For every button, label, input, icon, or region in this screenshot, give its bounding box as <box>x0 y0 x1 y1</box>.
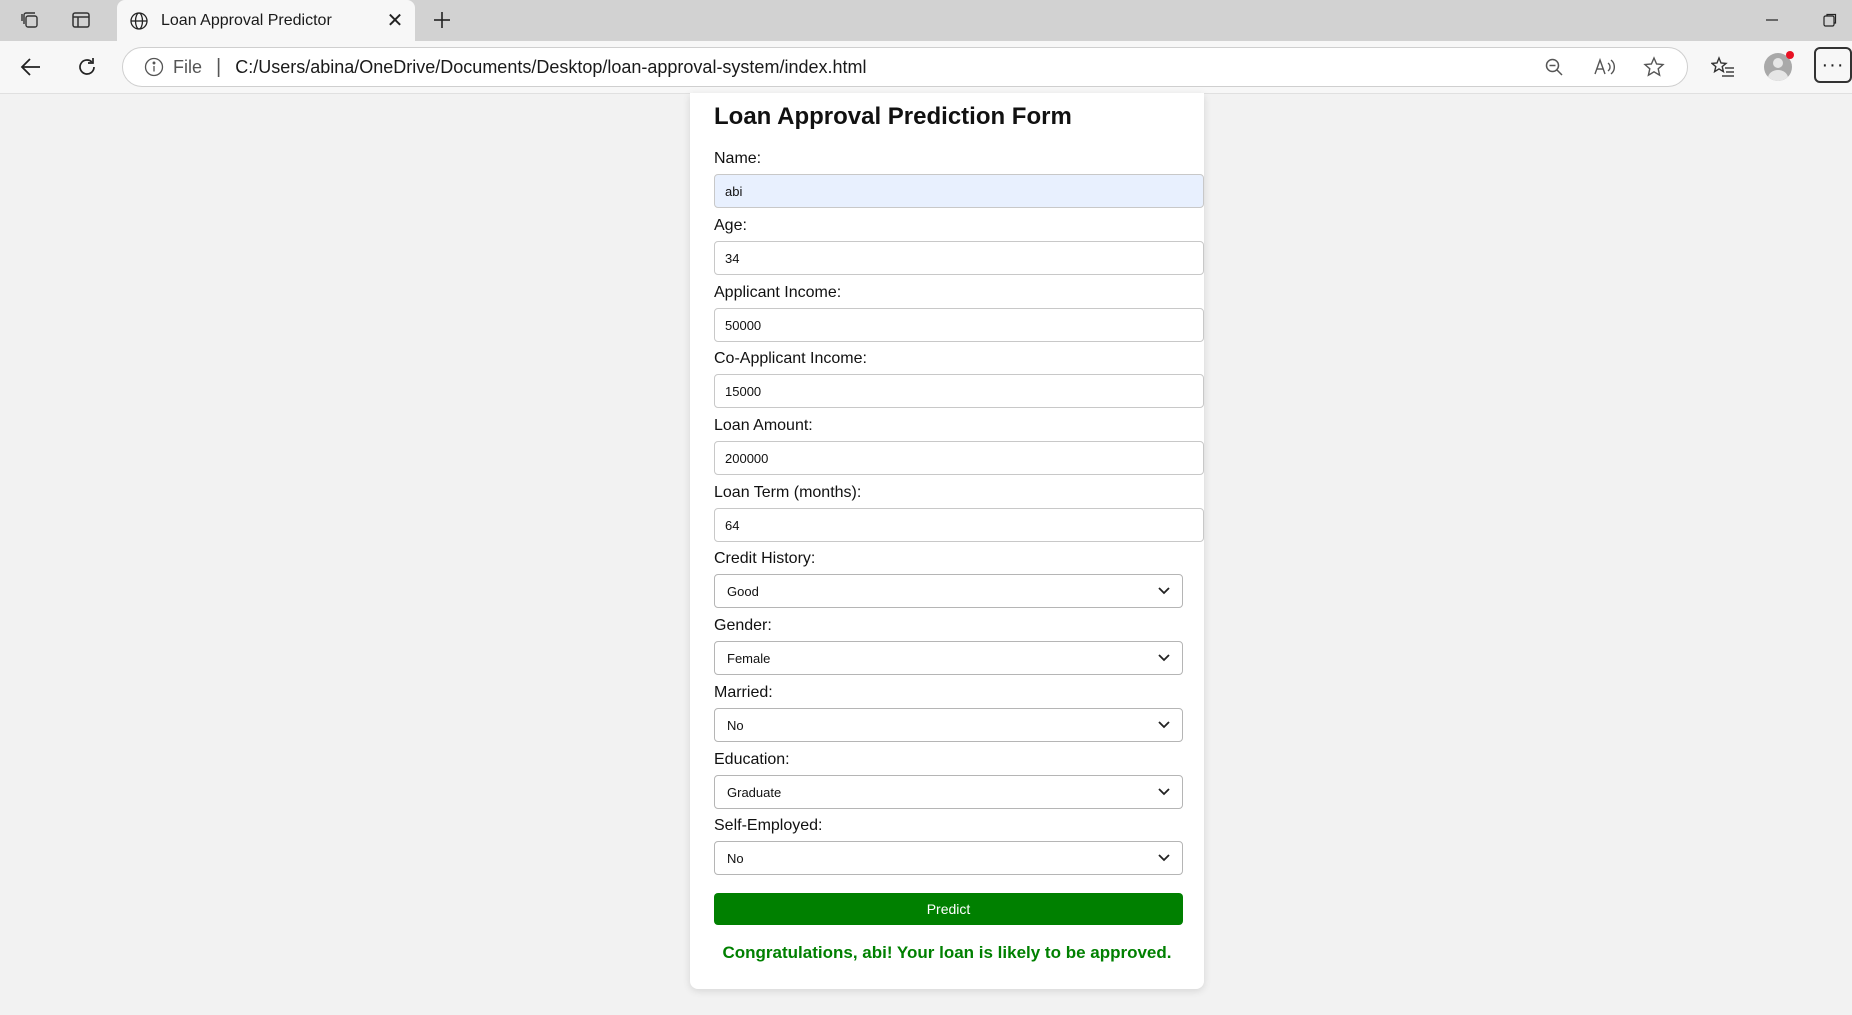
more-icon[interactable]: ··· <box>1814 47 1852 83</box>
favorite-star-icon[interactable] <box>1637 50 1671 84</box>
married-value: No <box>727 717 744 733</box>
tab-title: Loan Approval Predictor <box>161 11 332 29</box>
self-employed-select[interactable]: No <box>714 841 1183 875</box>
age-input-value: 34 <box>725 250 740 266</box>
read-aloud-icon[interactable] <box>1587 50 1621 84</box>
coapplicant-income-label: Co-Applicant Income: <box>714 350 867 367</box>
favorites-list-icon[interactable] <box>1705 51 1741 83</box>
active-tab[interactable]: Loan Approval Predictor ✕ <box>117 0 415 41</box>
restore-icon[interactable] <box>1814 6 1846 34</box>
loan-term-input[interactable]: 64 <box>714 508 1204 542</box>
self-employed-label: Self-Employed: <box>714 817 823 834</box>
married-label: Married: <box>714 684 773 701</box>
refresh-icon[interactable] <box>70 51 104 83</box>
gender-value: Female <box>727 650 771 666</box>
browser-toolbar: File | C:/Users/abina/OneDrive/Documents… <box>0 41 1852 94</box>
applicant-income-input[interactable]: 50000 <box>714 308 1204 342</box>
url-text[interactable]: C:/Users/abina/OneDrive/Documents/Deskto… <box>235 57 1537 78</box>
predict-button[interactable]: Predict <box>714 893 1183 925</box>
chevron-down-icon <box>1158 854 1170 862</box>
name-input-value: abi <box>725 183 743 199</box>
applicant-income-value: 50000 <box>725 317 762 333</box>
globe-icon <box>127 9 151 33</box>
loan-term-label: Loan Term (months): <box>714 484 862 501</box>
loan-term-value: 64 <box>725 517 740 533</box>
applicant-income-label: Applicant Income: <box>714 284 842 301</box>
education-label: Education: <box>714 751 790 768</box>
minimize-icon[interactable] <box>1756 6 1788 34</box>
age-input[interactable]: 34 <box>714 241 1204 275</box>
chevron-down-icon <box>1158 654 1170 662</box>
chevron-down-icon <box>1158 721 1170 729</box>
loan-form-card: Loan Approval Prediction Form Name: abi … <box>690 93 1204 989</box>
collections-icon[interactable] <box>14 6 46 34</box>
gender-label: Gender: <box>714 617 772 634</box>
close-tab-icon[interactable]: ✕ <box>381 7 409 35</box>
loan-amount-label: Loan Amount: <box>714 417 813 434</box>
education-value: Graduate <box>727 784 782 800</box>
profile-icon[interactable] <box>1760 51 1796 83</box>
self-employed-value: No <box>727 850 744 866</box>
address-separator: | <box>216 55 222 78</box>
zoom-out-icon[interactable] <box>1537 50 1571 84</box>
credit-history-select[interactable]: Good <box>714 574 1183 608</box>
coapplicant-income-input[interactable]: 15000 <box>714 374 1204 408</box>
age-label: Age: <box>714 217 747 234</box>
coapplicant-income-value: 15000 <box>725 383 762 399</box>
name-label: Name: <box>714 150 762 167</box>
chevron-down-icon <box>1158 587 1170 595</box>
address-bar[interactable]: File | C:/Users/abina/OneDrive/Documents… <box>122 47 1688 87</box>
credit-history-label: Credit History: <box>714 550 816 567</box>
name-input[interactable]: abi <box>714 174 1204 208</box>
loan-amount-input[interactable]: 200000 <box>714 441 1204 475</box>
tab-bar: Loan Approval Predictor ✕ <box>0 0 1852 41</box>
tab-actions-icon[interactable] <box>65 6 97 34</box>
form-title: Loan Approval Prediction Form <box>714 103 1072 130</box>
married-select[interactable]: No <box>714 708 1183 742</box>
prediction-result: Congratulations, abi! Your loan is likel… <box>722 943 1172 962</box>
gender-select[interactable]: Female <box>714 641 1183 675</box>
new-tab-button[interactable] <box>426 6 458 34</box>
chevron-down-icon <box>1158 788 1170 796</box>
education-select[interactable]: Graduate <box>714 775 1183 809</box>
notification-dot <box>1786 51 1794 59</box>
credit-history-value: Good <box>727 583 759 599</box>
info-icon[interactable] <box>143 56 165 78</box>
loan-amount-value: 200000 <box>725 450 769 466</box>
address-scheme: File <box>173 56 203 77</box>
back-icon[interactable] <box>14 51 48 83</box>
